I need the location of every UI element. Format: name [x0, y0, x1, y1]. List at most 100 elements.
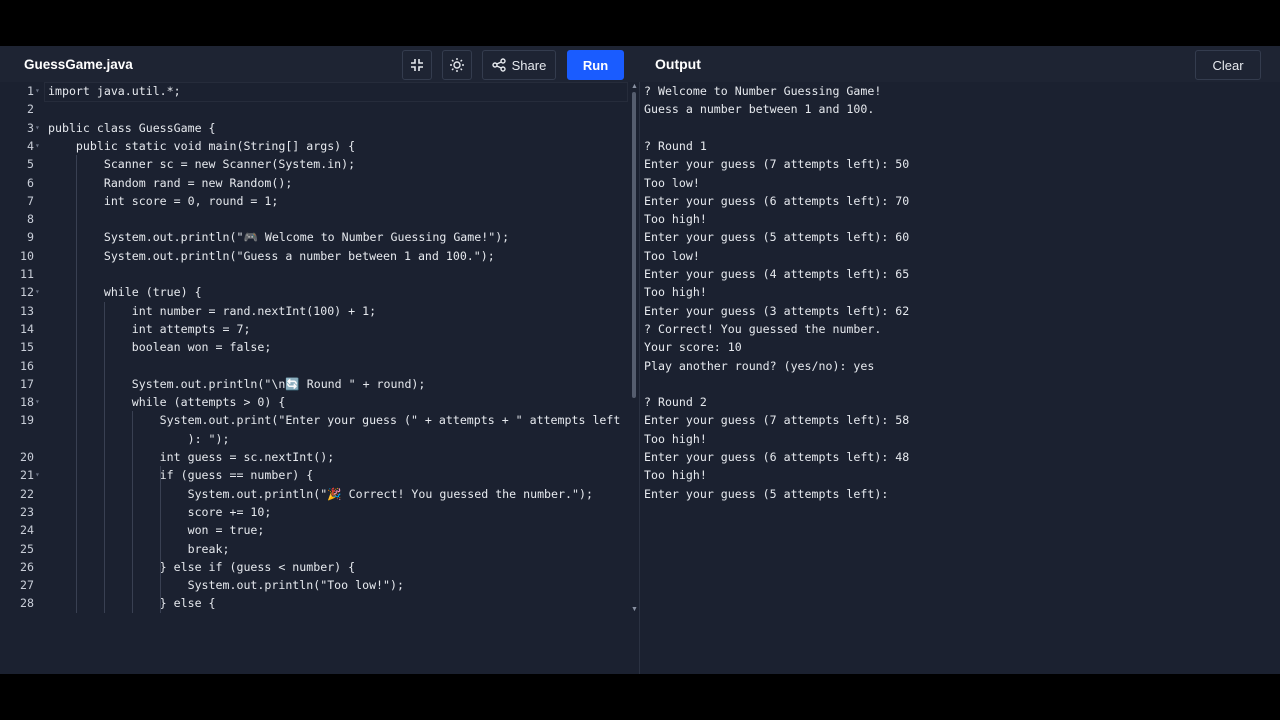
line-number: 14 — [20, 321, 34, 336]
code-text: System.out.println("Too low!"); — [48, 578, 404, 593]
code-line[interactable]: 8 — [0, 210, 630, 228]
code-line[interactable]: 6 Random rand = new Random(); — [0, 174, 630, 192]
code-line[interactable]: 17 System.out.println("\n🔄 Round " + rou… — [0, 375, 630, 393]
code-text: while (attempts > 0) { — [48, 395, 286, 410]
fold-toggle-icon[interactable]: ▾ — [35, 119, 40, 137]
code-text: import java.util.*; — [48, 84, 181, 98]
output-line: Enter your guess (6 attempts left): 70 — [644, 193, 910, 208]
line-number: 6 — [27, 175, 34, 190]
line-number: 17 — [20, 376, 34, 391]
code-line[interactable]: 21 ▾ if (guess == number) { — [0, 466, 630, 484]
output-line: ? Round 2 — [644, 395, 707, 410]
code-editor[interactable]: 1 ▾ import java.util.*; 2 3 ▾ public class Gue… — [0, 82, 639, 674]
clear-button[interactable]: Clear — [1195, 50, 1261, 80]
code-line[interactable]: 16 — [0, 357, 630, 375]
run-button[interactable]: Run — [567, 50, 624, 80]
code-text: } else if (guess < number) { — [48, 559, 356, 574]
indent-guide — [104, 301, 105, 613]
code-text: int number = rand.nextInt(100) + 1; — [48, 303, 377, 318]
output-line: Enter your guess (6 attempts left): 48 — [644, 450, 910, 464]
line-number: 21 — [20, 468, 34, 483]
code-text: won = true; — [48, 523, 265, 538]
code-text: boolean won = false; — [48, 340, 272, 355]
file-tab[interactable]: GuessGame.java — [8, 46, 149, 84]
code-line[interactable]: 7 int score = 0, round = 1; — [0, 192, 630, 210]
fold-toggle-icon[interactable]: ▾ — [35, 283, 40, 301]
code-line[interactable]: 26 } else if (guess < number) { — [0, 558, 630, 576]
code-text: System.out.println("🎮 Welcome to Number … — [48, 230, 510, 245]
code-line[interactable]: 23 score += 10; — [0, 503, 630, 521]
output-line: Enter your guess (7 attempts left): 50 — [644, 157, 910, 172]
theme-toggle-icon[interactable] — [442, 50, 472, 80]
scroll-down-arrow[interactable]: ▼ — [631, 606, 638, 613]
code-line[interactable]: 1 ▾ import java.util.*; — [0, 82, 630, 100]
line-number: 28 — [20, 596, 34, 611]
indent-guide — [132, 411, 133, 613]
code-text: public class GuessGame { — [48, 120, 216, 135]
line-number: 18 — [20, 395, 34, 410]
output-line: Too high! — [644, 285, 707, 300]
output-line: Too low! — [644, 175, 700, 190]
indent-guide — [160, 466, 161, 613]
code-line[interactable]: 24 won = true; — [0, 521, 630, 539]
code-line[interactable]: 5 Scanner sc = new Scanner(System.in); — [0, 155, 630, 173]
code-text: Scanner sc = new Scanner(System.in); — [48, 157, 356, 172]
code-text: int attempts = 7; — [48, 321, 251, 336]
output-line: Too high! — [644, 468, 707, 483]
output-line: ? Correct! You guessed the number. — [644, 321, 882, 336]
code-text: if (guess == number) { — [48, 468, 314, 483]
share-icon — [491, 58, 506, 72]
line-number: 1 — [27, 84, 34, 98]
line-number: 11 — [20, 267, 34, 281]
output-line: Enter your guess (4 attempts left): 65 — [644, 267, 910, 281]
code-line[interactable]: 19 System.out.print("Enter your guess ("… — [0, 411, 630, 429]
output-line: Your score: 10 — [644, 340, 742, 355]
code-text: while (true) { — [48, 285, 202, 300]
output-line: Too high! — [644, 212, 707, 227]
output-line: Play another round? (yes/no): yes — [644, 358, 875, 373]
collapse-icon[interactable] — [402, 50, 432, 80]
code-line[interactable]: 20 int guess = sc.nextInt(); — [0, 448, 630, 466]
fold-toggle-icon[interactable]: ▾ — [35, 393, 40, 411]
line-number: 13 — [20, 303, 34, 318]
fold-toggle-icon[interactable]: ▾ — [35, 466, 40, 484]
scroll-up-arrow[interactable]: ▲ — [631, 83, 638, 90]
code-line[interactable]: 11 — [0, 265, 630, 283]
code-line[interactable]: 13 int number = rand.nextInt(100) + 1; — [0, 302, 630, 320]
line-number: 24 — [20, 523, 34, 538]
code-line[interactable]: 27 System.out.println("Too low!"); — [0, 576, 630, 594]
indent-guide — [76, 155, 77, 613]
fold-toggle-icon[interactable]: ▾ — [35, 82, 40, 100]
code-line[interactable]: 15 boolean won = false; — [0, 338, 630, 356]
code-line[interactable]: 25 break; — [0, 540, 630, 558]
code-text: public static void main(String[] args) { — [48, 138, 356, 153]
code-text: int score = 0, round = 1; — [48, 193, 279, 208]
line-number: 20 — [20, 450, 34, 464]
output-line: Enter your guess (7 attempts left): 58 — [644, 413, 910, 428]
line-number: 15 — [20, 340, 34, 355]
code-line[interactable]: 3 ▾ public class GuessGame { — [0, 119, 630, 137]
code-line[interactable]: 4 ▾ public static void main(String[] args… — [0, 137, 630, 155]
output-line: Enter your guess (5 attempts left): — [644, 486, 889, 501]
code-line[interactable]: 2 — [0, 100, 630, 118]
share-label: Share — [511, 57, 547, 73]
code-line[interactable]: 12 ▾ while (true) { — [0, 283, 630, 301]
code-line[interactable]: 18 ▾ while (attempts > 0) { — [0, 393, 630, 411]
code-line[interactable]: 9 System.out.println("🎮 Welcome to Numbe… — [0, 228, 630, 246]
toolbar: GuessGame.java Share Run Output Clear — [0, 46, 1280, 84]
code-line[interactable]: 14 int attempts = 7; — [0, 320, 630, 338]
line-number: 10 — [20, 248, 34, 263]
line-number: 5 — [27, 157, 34, 172]
code-text: System.out.println("Guess a number betwe… — [48, 248, 495, 263]
code-line[interactable]: 10 System.out.println("Guess a number be… — [0, 247, 630, 265]
code-line[interactable]: 28 } else { — [0, 594, 630, 612]
code-line[interactable]: ): "); — [0, 430, 630, 448]
fold-toggle-icon[interactable]: ▾ — [35, 137, 40, 155]
line-number: 7 — [27, 193, 34, 208]
code-line[interactable]: 22 System.out.println("🎉 Correct! You gu… — [0, 485, 630, 503]
editor-scrollbar[interactable] — [632, 92, 636, 398]
line-number: 8 — [27, 212, 34, 227]
share-button[interactable]: Share — [482, 50, 556, 80]
line-number: 3 — [27, 120, 34, 135]
line-number: 23 — [20, 504, 34, 519]
